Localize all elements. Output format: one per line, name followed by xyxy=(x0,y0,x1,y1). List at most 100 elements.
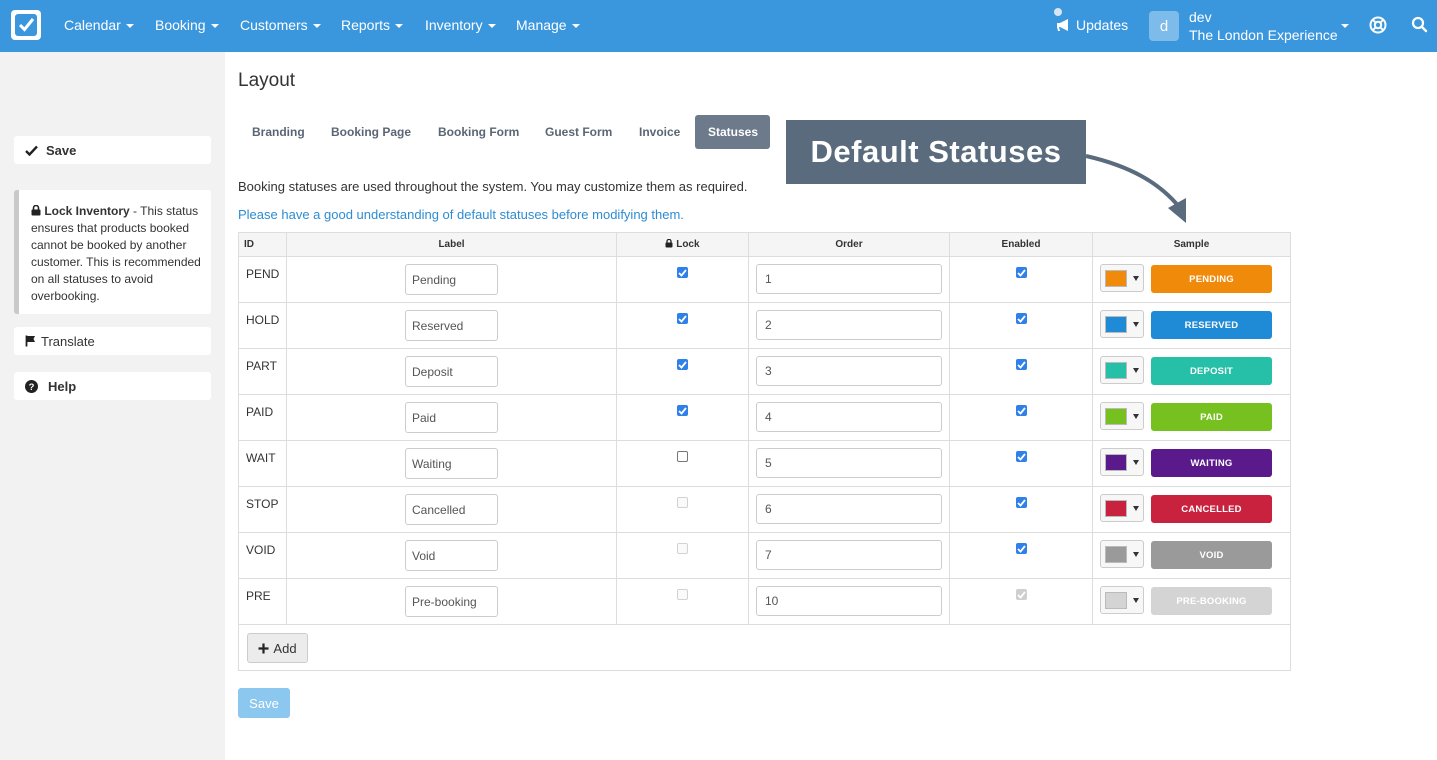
color-picker-button[interactable] xyxy=(1100,402,1144,430)
order-cell xyxy=(748,348,950,395)
lock-checkbox xyxy=(677,589,688,600)
color-swatch xyxy=(1105,454,1127,471)
order-input[interactable] xyxy=(756,586,942,616)
color-picker-button[interactable] xyxy=(1100,310,1144,338)
lock-checkbox[interactable] xyxy=(677,405,688,416)
user-menu-chevron-icon[interactable] xyxy=(1341,24,1349,28)
caret-down-icon xyxy=(1133,460,1139,465)
lock-cell xyxy=(616,532,749,579)
tab-statuses[interactable]: Statuses xyxy=(695,115,770,149)
status-sample-badge: PRE-BOOKING xyxy=(1151,587,1272,615)
order-cell xyxy=(748,486,950,533)
lock-inventory-info: Lock Inventory - This status ensures tha… xyxy=(14,190,211,314)
lock-checkbox[interactable] xyxy=(677,451,688,462)
sample-cell: PRE-BOOKING xyxy=(1092,578,1291,625)
status-label-input[interactable] xyxy=(405,264,498,295)
status-sample-badge: VOID xyxy=(1151,541,1272,569)
enabled-cell xyxy=(949,578,1093,625)
nav-customers[interactable]: Customers xyxy=(240,17,321,33)
tab-branding[interactable]: Branding xyxy=(239,115,318,149)
default-statuses-link[interactable]: Please have a good understanding of defa… xyxy=(238,207,684,222)
enabled-checkbox[interactable] xyxy=(1015,359,1027,370)
color-picker-button[interactable] xyxy=(1100,586,1144,614)
tab-invoice[interactable]: Invoice xyxy=(626,115,693,149)
save-button[interactable]: Save xyxy=(238,688,290,718)
enabled-checkbox[interactable] xyxy=(1015,313,1027,324)
order-input[interactable] xyxy=(756,402,942,432)
status-label-input[interactable] xyxy=(405,586,498,617)
nav-manage[interactable]: Manage xyxy=(516,17,580,33)
lifebuoy-icon[interactable] xyxy=(1369,16,1387,37)
tab-booking-page[interactable]: Booking Page xyxy=(318,115,424,149)
color-picker-button[interactable] xyxy=(1100,264,1144,292)
col-header-id: ID xyxy=(238,232,287,257)
sample-cell: PAID xyxy=(1092,394,1291,441)
enabled-checkbox[interactable] xyxy=(1015,497,1027,508)
status-label-input[interactable] xyxy=(405,356,498,387)
status-label-input[interactable] xyxy=(405,494,498,525)
status-label-input[interactable] xyxy=(405,310,498,341)
nav-inventory[interactable]: Inventory xyxy=(425,17,496,33)
tab-guest-form[interactable]: Guest Form xyxy=(532,115,625,149)
plus-icon xyxy=(258,643,269,653)
col-header-order: Order xyxy=(748,232,950,257)
sidebar-translate-button[interactable]: Translate xyxy=(14,327,211,355)
col-header-lock: Lock xyxy=(616,232,749,257)
order-input[interactable] xyxy=(756,540,942,570)
order-input[interactable] xyxy=(756,310,942,340)
enabled-checkbox[interactable] xyxy=(1015,543,1027,554)
user-name[interactable]: dev xyxy=(1189,9,1212,25)
nav-booking[interactable]: Booking xyxy=(155,17,219,33)
chevron-down-icon xyxy=(125,24,134,29)
lock-checkbox[interactable] xyxy=(677,313,688,324)
enabled-checkbox[interactable] xyxy=(1015,267,1027,278)
status-id: PART xyxy=(238,348,287,395)
nav-reports[interactable]: Reports xyxy=(341,17,404,33)
chevron-down-icon xyxy=(395,24,404,29)
color-picker-button[interactable] xyxy=(1100,494,1144,522)
status-sample-badge: RESERVED xyxy=(1151,311,1272,339)
user-org[interactable]: The London Experience xyxy=(1189,27,1338,43)
enabled-checkbox[interactable] xyxy=(1015,405,1027,416)
caret-down-icon xyxy=(1133,598,1139,603)
tab-booking-form[interactable]: Booking Form xyxy=(425,115,532,149)
col-header-lock-label: Lock xyxy=(676,239,700,250)
color-picker-button[interactable] xyxy=(1100,540,1144,568)
sidebar-save-button[interactable]: Save xyxy=(14,136,211,164)
enabled-cell xyxy=(949,486,1093,533)
color-swatch xyxy=(1105,362,1127,379)
order-input[interactable] xyxy=(756,448,942,478)
status-label-input[interactable] xyxy=(405,540,498,571)
add-status-button[interactable]: Add xyxy=(247,633,308,663)
lock-cell xyxy=(616,394,749,441)
status-sample-badge: WAITING xyxy=(1151,449,1272,477)
avatar[interactable]: d xyxy=(1149,11,1179,41)
color-picker-button[interactable] xyxy=(1100,448,1144,476)
label-cell xyxy=(286,486,617,533)
status-label-input[interactable] xyxy=(405,448,498,479)
enabled-cell xyxy=(949,440,1093,487)
updates-button[interactable]: Updates xyxy=(1056,17,1128,33)
search-icon[interactable] xyxy=(1411,16,1428,36)
chevron-down-icon xyxy=(487,24,496,29)
app-logo-icon[interactable] xyxy=(11,10,41,40)
chevron-down-icon xyxy=(571,24,580,29)
sample-cell: PENDING xyxy=(1092,256,1291,303)
sidebar-help-button[interactable]: ? Help xyxy=(14,372,211,400)
color-picker-button[interactable] xyxy=(1100,356,1144,384)
lock-checkbox[interactable] xyxy=(677,359,688,370)
caret-down-icon xyxy=(1133,368,1139,373)
color-swatch xyxy=(1105,408,1127,425)
order-input[interactable] xyxy=(756,356,942,386)
nav-calendar[interactable]: Calendar xyxy=(64,17,134,33)
sample-cell: DEPOSIT xyxy=(1092,348,1291,395)
lock-checkbox[interactable] xyxy=(677,267,688,278)
enabled-checkbox[interactable] xyxy=(1015,451,1027,462)
caret-down-icon xyxy=(1133,276,1139,281)
lock-cell xyxy=(616,348,749,395)
col-header-enabled: Enabled xyxy=(949,232,1093,257)
order-input[interactable] xyxy=(756,494,942,524)
order-input[interactable] xyxy=(756,264,942,294)
status-label-input[interactable] xyxy=(405,402,498,433)
check-icon xyxy=(25,145,38,156)
